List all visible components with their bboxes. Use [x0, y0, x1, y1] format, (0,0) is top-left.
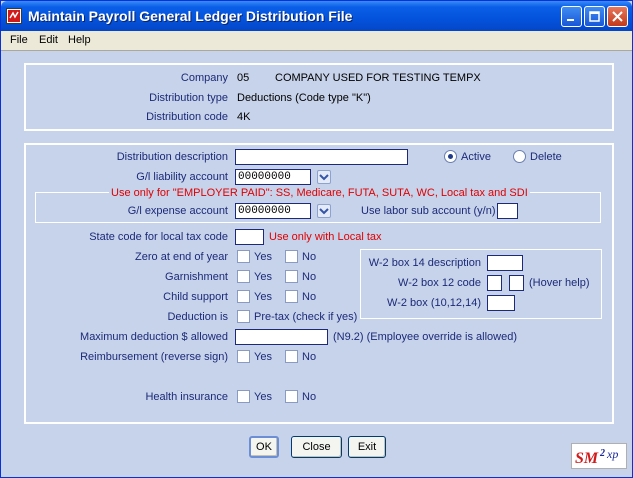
liability-lookup-dropdown[interactable] — [317, 170, 331, 184]
w2-box-label: W-2 box (10,12,14) — [387, 297, 481, 309]
distribution-code-value: 4K — [237, 111, 251, 123]
status-active-label: Active — [461, 151, 491, 163]
svg-text:2: 2 — [599, 448, 605, 459]
employer-paid-note: Use only for "EMPLOYER PAID": SS, Medica… — [109, 187, 530, 199]
close-button[interactable]: Close — [291, 436, 342, 458]
ok-button[interactable]: OK — [249, 436, 279, 458]
expense-account-input[interactable]: 00000000 — [235, 203, 311, 219]
reimbursement-label: Reimbursement (reverse sign) — [80, 351, 228, 363]
w2-box-input[interactable] — [487, 295, 515, 311]
company-code: 05 — [237, 72, 250, 84]
health-insurance-yes-label: Yes — [254, 391, 272, 403]
health-insurance-yes-checkbox[interactable] — [237, 390, 250, 403]
pretax-checkbox[interactable] — [237, 310, 250, 323]
expense-account-label: G/l expense account — [127, 205, 228, 217]
company-name: COMPANY USED FOR TESTING TEMPX — [275, 72, 481, 84]
garnishment-yes-checkbox[interactable] — [237, 270, 250, 283]
w2-box14-label: W-2 box 14 description — [368, 257, 481, 269]
zero-end-year-label: Zero at end of year — [135, 251, 228, 263]
w2-box12-code1-input[interactable] — [487, 275, 502, 291]
window-title: Maintain Payroll General Ledger Distribu… — [28, 8, 353, 24]
menu-help[interactable]: Help — [68, 34, 91, 46]
max-deduction-note: (N9.2) (Employee override is allowed) — [333, 331, 518, 343]
distribution-code-label: Distribution code — [146, 111, 228, 123]
svg-text:xp: xp — [606, 447, 618, 461]
health-insurance-no-label: No — [302, 391, 317, 403]
close-window-button[interactable] — [607, 6, 628, 27]
status-delete-label: Delete — [530, 151, 562, 163]
garnishment-label: Garnishment — [165, 271, 228, 283]
svg-text:SM: SM — [575, 450, 599, 467]
zero-end-year-yes-checkbox[interactable] — [237, 250, 250, 263]
menu-file[interactable]: File — [10, 34, 28, 46]
deduction-is-label: Deduction is — [167, 311, 228, 323]
title-bar[interactable]: Maintain Payroll General Ledger Distribu… — [1, 1, 632, 31]
child-support-label: Child support — [163, 291, 228, 303]
child-support-yes-checkbox[interactable] — [237, 290, 250, 303]
w2-box14-input[interactable] — [487, 255, 523, 271]
reimbursement-no-checkbox[interactable] — [285, 350, 298, 363]
company-label: Company — [180, 72, 228, 84]
main-window: Maintain Payroll General Ledger Distribu… — [0, 0, 633, 478]
distribution-type-value: Deductions (Code type "K") — [237, 92, 371, 104]
max-deduction-label: Maximum deduction $ allowed — [80, 331, 228, 343]
reimbursement-yes-label: Yes — [254, 351, 272, 363]
state-code-label: State code for local tax code — [89, 231, 228, 243]
status-active-radio[interactable] — [444, 150, 457, 163]
child-support-no-checkbox[interactable] — [285, 290, 298, 303]
garnishment-no-checkbox[interactable] — [285, 270, 298, 283]
zero-end-year-no-checkbox[interactable] — [285, 250, 298, 263]
liability-account-input[interactable]: 00000000 — [235, 169, 311, 185]
zero-end-year-yes-label: Yes — [254, 251, 272, 263]
max-deduction-input[interactable] — [235, 329, 328, 345]
description-input[interactable] — [235, 149, 408, 165]
reimbursement-no-label: No — [302, 351, 317, 363]
child-support-yes-label: Yes — [254, 291, 272, 303]
pretax-label: Pre-tax (check if yes) — [254, 311, 358, 323]
reimbursement-yes-checkbox[interactable] — [237, 350, 250, 363]
garnishment-yes-label: Yes — [254, 271, 272, 283]
w2-hover-help: (Hover help) — [529, 277, 590, 289]
state-code-note: Use only with Local tax — [269, 231, 382, 243]
exit-button[interactable]: Exit — [348, 436, 386, 458]
w2-box12-code2-input[interactable] — [509, 275, 524, 291]
app-icon[interactable] — [6, 8, 22, 24]
state-code-input[interactable] — [235, 229, 264, 245]
maximize-button[interactable] — [584, 6, 605, 27]
expense-lookup-dropdown[interactable] — [317, 204, 331, 218]
zero-end-year-no-label: No — [302, 251, 317, 263]
minimize-button[interactable] — [561, 6, 582, 27]
sm2xp-logo: SM 2 xp — [571, 443, 627, 469]
status-delete-radio[interactable] — [513, 150, 526, 163]
w2-box12-label: W-2 box 12 code — [398, 277, 481, 289]
labor-sub-account-input[interactable] — [497, 203, 518, 219]
labor-sub-account-label: Use labor sub account (y/n) — [361, 205, 496, 217]
health-insurance-no-checkbox[interactable] — [285, 390, 298, 403]
health-insurance-label: Health insurance — [145, 391, 228, 403]
description-label: Distribution description — [116, 151, 228, 163]
menu-edit[interactable]: Edit — [39, 34, 58, 46]
liability-account-label: G/l liability account — [136, 171, 228, 183]
garnishment-no-label: No — [302, 271, 317, 283]
menu-bar: File Edit Help — [1, 31, 632, 51]
distribution-type-label: Distribution type — [149, 92, 228, 104]
child-support-no-label: No — [302, 291, 317, 303]
